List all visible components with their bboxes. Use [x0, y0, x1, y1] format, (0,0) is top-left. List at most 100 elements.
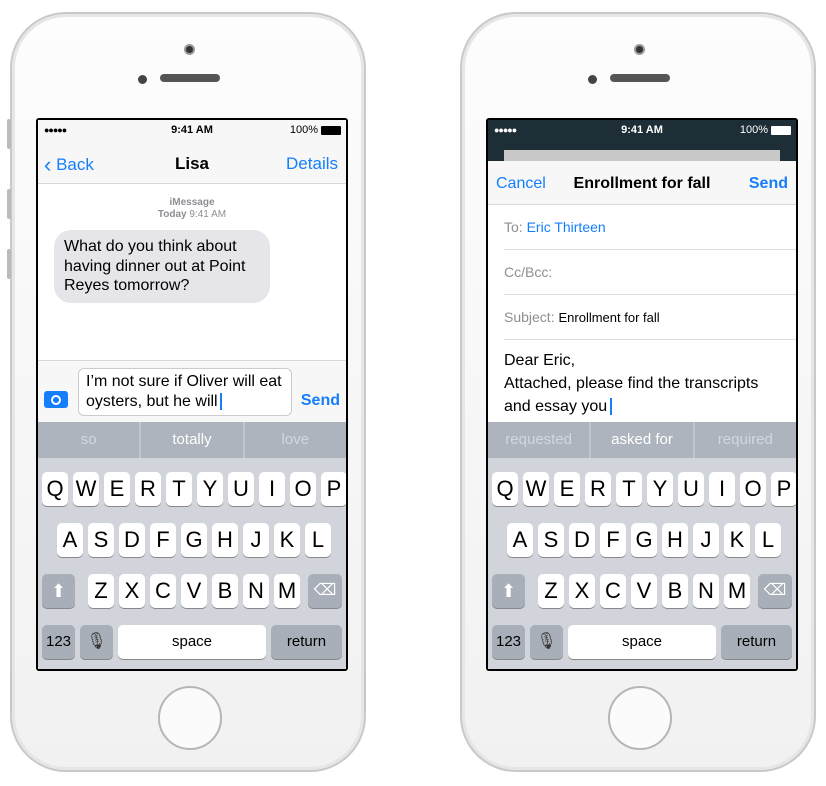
key-z[interactable]: Z [538, 574, 564, 608]
key-c[interactable]: C [150, 574, 176, 608]
key-j[interactable]: J [243, 523, 269, 557]
delete-key[interactable]: ⌫ [758, 574, 792, 608]
earpiece-speaker [610, 74, 670, 82]
text-cursor [610, 398, 613, 415]
suggestion-totally[interactable]: totally [141, 422, 245, 458]
battery-percent: 100% [289, 124, 318, 136]
camera-icon[interactable] [44, 391, 68, 408]
send-button[interactable]: Send [749, 175, 788, 193]
key-b[interactable]: B [662, 574, 688, 608]
key-q[interactable]: Q [492, 472, 518, 506]
key-n[interactable]: N [243, 574, 269, 608]
mute-switch [7, 119, 11, 149]
sensor [138, 75, 147, 84]
key-p[interactable]: P [771, 472, 796, 506]
key-k[interactable]: K [274, 523, 300, 557]
dictation-key[interactable]: 🎙︎ [80, 625, 113, 659]
key-w[interactable]: W [523, 472, 549, 506]
key-f[interactable]: F [150, 523, 176, 557]
shift-key[interactable]: ⬆ [492, 574, 525, 608]
key-x[interactable]: X [119, 574, 145, 608]
key-g[interactable]: G [631, 523, 657, 557]
key-j[interactable]: J [693, 523, 719, 557]
key-l[interactable]: L [305, 523, 331, 557]
key-o[interactable]: O [290, 472, 316, 506]
key-i[interactable]: I [259, 472, 285, 506]
key-y[interactable]: Y [197, 472, 223, 506]
key-u[interactable]: U [678, 472, 704, 506]
key-u[interactable]: U [228, 472, 254, 506]
battery-icon [771, 126, 791, 135]
shift-key[interactable]: ⬆ [42, 574, 75, 608]
key-h[interactable]: H [662, 523, 688, 557]
key-t[interactable]: T [616, 472, 642, 506]
key-s[interactable]: S [88, 523, 114, 557]
cc-bcc-field[interactable]: Cc/Bcc: [504, 250, 796, 295]
key-w[interactable]: W [73, 472, 99, 506]
key-e[interactable]: E [104, 472, 130, 506]
return-key[interactable]: return [721, 625, 792, 659]
key-h[interactable]: H [212, 523, 238, 557]
subject-field[interactable]: Subject: Enrollment for fall [504, 295, 796, 340]
key-v[interactable]: V [631, 574, 657, 608]
front-camera [184, 44, 195, 55]
key-b[interactable]: B [212, 574, 238, 608]
key-l[interactable]: L [755, 523, 781, 557]
key-r[interactable]: R [585, 472, 611, 506]
key-e[interactable]: E [554, 472, 580, 506]
status-bar: ●●●●● ︎ 9:41 AM 100% [38, 120, 346, 140]
message-input[interactable]: I’m not sure if Oliver will eat oysters,… [78, 368, 292, 416]
message-text: I’m not sure if Oliver will eat oysters,… [86, 373, 282, 410]
details-button[interactable]: Details [286, 154, 338, 174]
key-z[interactable]: Z [88, 574, 114, 608]
key-f[interactable]: F [600, 523, 626, 557]
dictation-key[interactable]: 🎙︎ [530, 625, 563, 659]
key-y[interactable]: Y [647, 472, 673, 506]
to-field[interactable]: To: Eric Thirteen [504, 205, 796, 250]
suggestion-asked-for[interactable]: asked for [591, 422, 695, 458]
key-o[interactable]: O [740, 472, 766, 506]
keyboard: requested asked for required Q W E R T Y U I O P A S D F… [488, 422, 796, 669]
key-d[interactable]: D [569, 523, 595, 557]
earpiece-speaker [160, 74, 220, 82]
home-button[interactable] [158, 686, 222, 750]
key-m[interactable]: M [724, 574, 750, 608]
mail-body-input[interactable]: Dear Eric, Attached, please find the tra… [504, 349, 792, 418]
key-a[interactable]: A [507, 523, 533, 557]
keyboard: so totally love Q W E R T Y U I O P A S D F G H J K L Z X C V B N M ⬆… [38, 422, 346, 669]
key-v[interactable]: V [181, 574, 207, 608]
key-c[interactable]: C [600, 574, 626, 608]
key-i[interactable]: I [709, 472, 735, 506]
backspace-icon: ⌫ [763, 582, 787, 599]
key-x[interactable]: X [569, 574, 595, 608]
send-button[interactable]: Send [301, 392, 340, 410]
key-m[interactable]: M [274, 574, 300, 608]
space-key[interactable]: space [118, 625, 266, 659]
suggestion-required[interactable]: required [695, 422, 796, 458]
key-a[interactable]: A [57, 523, 83, 557]
recipient-token[interactable]: Eric Thirteen [527, 219, 606, 235]
key-k[interactable]: K [724, 523, 750, 557]
suggestion-requested[interactable]: requested [488, 422, 592, 458]
key-s[interactable]: S [538, 523, 564, 557]
key-g[interactable]: G [181, 523, 207, 557]
key-t[interactable]: T [166, 472, 192, 506]
battery-icon [321, 126, 341, 135]
key-p[interactable]: P [321, 472, 346, 506]
suggestion-so[interactable]: so [38, 422, 142, 458]
time-label: 9:41 AM [189, 209, 227, 220]
service-label: iMessage [169, 197, 215, 208]
volume-up [7, 189, 11, 219]
key-n[interactable]: N [693, 574, 719, 608]
key-r[interactable]: R [135, 472, 161, 506]
home-button[interactable] [608, 686, 672, 750]
numbers-key[interactable]: 123 [42, 625, 75, 659]
delete-key[interactable]: ⌫ [308, 574, 342, 608]
key-d[interactable]: D [119, 523, 145, 557]
key-q[interactable]: Q [42, 472, 68, 506]
space-key[interactable]: space [568, 625, 716, 659]
numbers-key[interactable]: 123 [492, 625, 525, 659]
return-key[interactable]: return [271, 625, 342, 659]
volume-down [7, 249, 11, 279]
suggestion-love[interactable]: love [245, 422, 346, 458]
